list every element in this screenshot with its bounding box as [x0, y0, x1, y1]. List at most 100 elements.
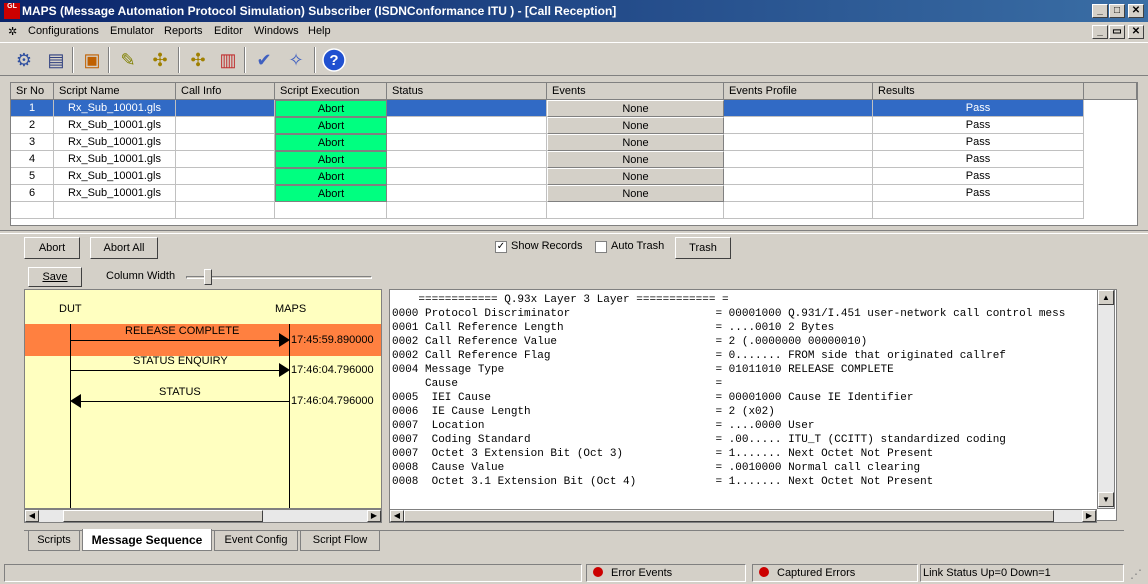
table-row-empty[interactable] [11, 202, 1137, 219]
menu-configurations[interactable]: Configurations [28, 25, 99, 37]
wizard-icon[interactable]: ✧ [282, 46, 310, 74]
column-width-slider-thumb[interactable] [204, 269, 212, 285]
col-header-sr-no[interactable]: Sr No [11, 83, 54, 100]
abort-all-button[interactable]: Abort All [90, 237, 158, 259]
scroll-right-icon[interactable]: ▶ [1082, 510, 1096, 522]
decode-line[interactable]: 0007 Location = ....0000 User [392, 419, 1065, 433]
mdi-restore-button[interactable]: ▭ [1109, 25, 1125, 39]
table-row[interactable]: 2 Rx_Sub_10001.gls Abort None Pass [11, 117, 1137, 134]
splitter[interactable] [0, 230, 1148, 234]
mdi-minimize-button[interactable]: _ [1092, 25, 1108, 39]
menu-help[interactable]: Help [308, 25, 331, 37]
abort-script-button[interactable]: Abort [275, 168, 387, 185]
msg-1-label[interactable]: RELEASE COMPLETE [125, 325, 239, 337]
scroll-left-icon[interactable]: ◀ [390, 510, 404, 522]
cell-script-name: Rx_Sub_10001.gls [54, 168, 176, 185]
error-events-indicator[interactable]: Error Events [586, 564, 746, 582]
check-edit-icon[interactable]: ✔ [250, 46, 278, 74]
decode-line[interactable]: 0004 Message Type = 01011010 RELEASE COM… [392, 363, 1065, 377]
gear-icon[interactable]: ⚙ [10, 46, 38, 74]
cell-events-profile [724, 134, 873, 151]
briefcase-icon[interactable]: ▣ [78, 46, 106, 74]
msg-2-label[interactable]: STATUS ENQUIRY [133, 355, 228, 367]
tab-message-sequence[interactable]: Message Sequence [82, 529, 212, 551]
events-button[interactable]: None [547, 151, 724, 168]
save-button[interactable]: Save [28, 267, 82, 287]
cell-call-info [176, 151, 275, 168]
captured-errors-indicator[interactable]: Captured Errors [752, 564, 918, 582]
abort-script-button[interactable]: Abort [275, 100, 387, 117]
msg-3-label[interactable]: STATUS [159, 386, 201, 398]
decode-line[interactable]: 0000 Protocol Discriminator = 00001000 Q… [392, 307, 1065, 321]
events-button[interactable]: None [547, 100, 724, 117]
col-header-events[interactable]: Events [547, 83, 724, 100]
scroll-thumb[interactable] [404, 510, 1054, 522]
col-header-status[interactable]: Status [387, 83, 547, 100]
decode-line[interactable]: ============ Q.93x Layer 3 Layer =======… [392, 293, 1065, 307]
decode-line[interactable]: 0005 IEI Cause = 00001000 Cause IE Ident… [392, 391, 1065, 405]
events-button[interactable]: None [547, 185, 724, 202]
decode-line[interactable]: 0008 Octet 3.1 Extension Bit (Oct 4) = 1… [392, 475, 1065, 489]
abort-script-button[interactable]: Abort [275, 117, 387, 134]
col-header-script-name[interactable]: Script Name [54, 83, 176, 100]
resize-grip-icon[interactable]: ⋰ [1130, 568, 1144, 582]
tab-script-flow[interactable]: Script Flow [300, 531, 380, 551]
decode-line[interactable]: 0001 Call Reference Length = ....0010 2 … [392, 321, 1065, 335]
decode-line[interactable]: 0002 Call Reference Value = 2 (.0000000 … [392, 335, 1065, 349]
trash-button[interactable]: Trash [675, 237, 731, 259]
table-row[interactable]: 6 Rx_Sub_10001.gls Abort None Pass [11, 185, 1137, 202]
abort-button[interactable]: Abort [24, 237, 80, 259]
decode-line[interactable]: Cause = [392, 377, 1065, 391]
cell-sr-no [11, 202, 54, 219]
maximize-button[interactable]: □ [1109, 4, 1125, 18]
decode-line[interactable]: 0008 Cause Value = .0010000 Normal call … [392, 461, 1065, 475]
decode-line[interactable]: 0006 IE Cause Length = 2 (x02) [392, 405, 1065, 419]
help-icon[interactable]: ? [320, 46, 348, 74]
table-row[interactable]: 5 Rx_Sub_10001.gls Abort None Pass [11, 168, 1137, 185]
decode-line[interactable]: 0007 Octet 3 Extension Bit (Oct 3) = 1..… [392, 447, 1065, 461]
scroll-down-icon[interactable]: ▼ [1098, 492, 1114, 507]
minimize-button[interactable]: _ [1092, 4, 1108, 18]
col-header-script-execution[interactable]: Script Execution [275, 83, 387, 100]
scripts-icon[interactable]: ✣ [184, 46, 212, 74]
abort-script-button[interactable]: Abort [275, 134, 387, 151]
arrow-right-icon [279, 363, 290, 377]
decode-v-scrollbar[interactable]: ▲ ▼ [1097, 289, 1115, 509]
table-row[interactable]: 3 Rx_Sub_10001.gls Abort None Pass [11, 134, 1137, 151]
sequence-h-scrollbar[interactable]: ◀ ▶ [24, 509, 382, 523]
table-row[interactable]: 4 Rx_Sub_10001.gls Abort None Pass [11, 151, 1137, 168]
cell-script-name: Rx_Sub_10001.gls [54, 100, 176, 117]
abort-script-button[interactable]: Abort [275, 151, 387, 168]
scroll-up-icon[interactable]: ▲ [1098, 290, 1114, 305]
decode-line[interactable]: 0002 Call Reference Flag = 0....... FROM… [392, 349, 1065, 363]
events-button[interactable]: None [547, 168, 724, 185]
books-icon[interactable]: ▥ [214, 46, 242, 74]
decode-h-scrollbar[interactable]: ◀ ▶ [389, 509, 1097, 523]
mdi-close-button[interactable]: ✕ [1128, 25, 1144, 39]
cell-sr-no: 1 [11, 100, 54, 117]
menu-emulator[interactable]: Emulator [110, 25, 154, 37]
scroll-right-icon[interactable]: ▶ [367, 510, 381, 522]
tab-event-config[interactable]: Event Config [214, 531, 298, 551]
close-button[interactable]: ✕ [1128, 4, 1144, 18]
events-button[interactable]: None [547, 117, 724, 134]
menu-windows[interactable]: Windows [254, 25, 299, 37]
column-width-slider-track[interactable] [186, 276, 372, 279]
events-button[interactable]: None [547, 134, 724, 151]
report-edit-icon[interactable]: ✎ [114, 46, 142, 74]
col-header-call-info[interactable]: Call Info [176, 83, 275, 100]
table-row[interactable]: 1 Rx_Sub_10001.gls Abort None Pass [11, 100, 1137, 117]
menu-editor[interactable]: Editor [214, 25, 243, 37]
scroll-left-icon[interactable]: ◀ [25, 510, 39, 522]
show-records-checkbox[interactable]: ✓ [495, 241, 507, 253]
col-header-events-profile[interactable]: Events Profile [724, 83, 873, 100]
col-header-results[interactable]: Results [873, 83, 1084, 100]
decode-line[interactable]: 0007 Coding Standard = .00..... ITU_T (C… [392, 433, 1065, 447]
scroll-thumb[interactable] [63, 510, 263, 522]
auto-trash-checkbox[interactable] [595, 241, 607, 253]
script-icon[interactable]: ✣ [146, 46, 174, 74]
menu-reports[interactable]: Reports [164, 25, 203, 37]
abort-script-button[interactable]: Abort [275, 185, 387, 202]
notepad-icon[interactable]: ▤ [42, 46, 70, 74]
tab-scripts[interactable]: Scripts [28, 531, 80, 551]
